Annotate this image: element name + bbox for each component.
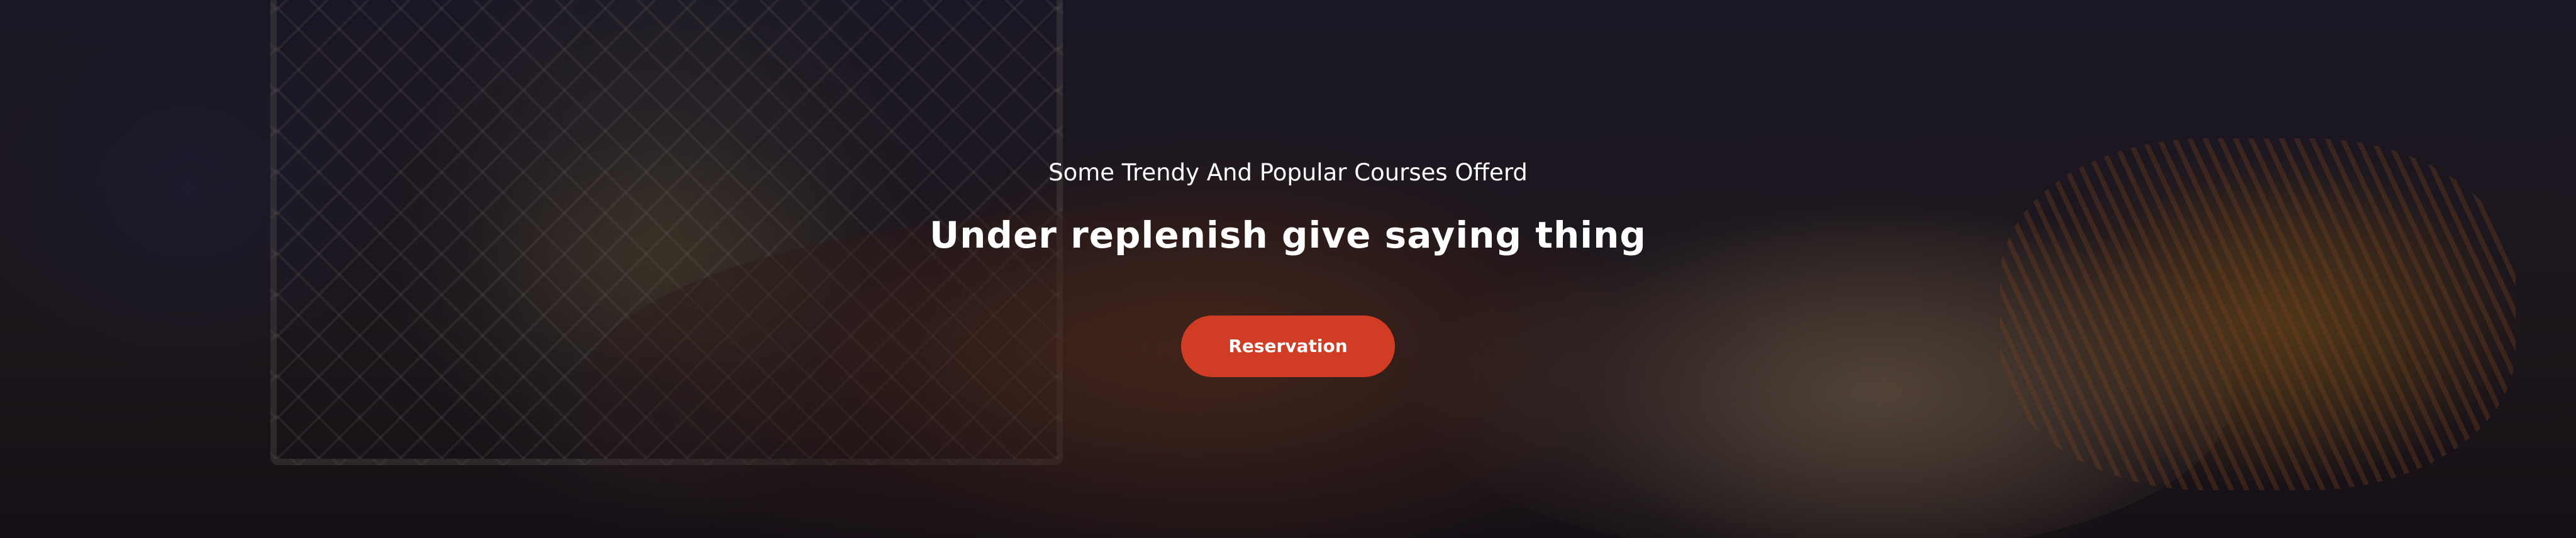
hero-content: Some Trendy And Popular Courses Offerd U… (0, 0, 2576, 538)
reservation-button[interactable]: Reservation (1181, 316, 1395, 377)
hero-subtitle: Some Trendy And Popular Courses Offerd (1048, 159, 1528, 186)
hero-banner: Some Trendy And Popular Courses Offerd U… (0, 0, 2576, 538)
hero-title: Under replenish give saying thing (930, 214, 1646, 256)
